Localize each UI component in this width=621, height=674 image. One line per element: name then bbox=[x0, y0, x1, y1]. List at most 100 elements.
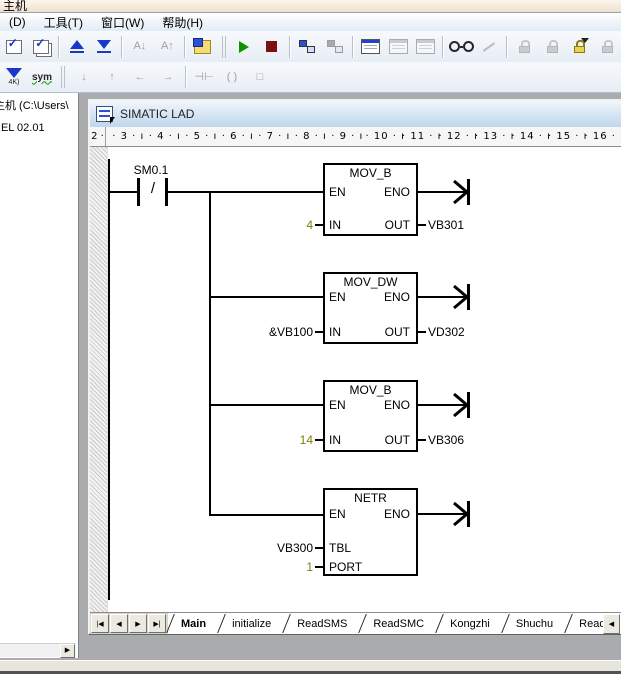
network-read-icon[interactable] bbox=[295, 34, 321, 60]
pin-stub bbox=[315, 547, 323, 549]
operand-value[interactable]: VB306 bbox=[428, 433, 464, 447]
tab-main[interactable]: Main bbox=[168, 613, 219, 634]
tab-nav-next-button[interactable]: ▶ bbox=[129, 614, 147, 633]
ruler-mark-7: · 7 · ı bbox=[256, 131, 293, 142]
operand-value[interactable]: 4 bbox=[238, 218, 313, 232]
insert-line-down-icon: ↓ bbox=[71, 64, 97, 90]
lad-window-icon bbox=[96, 106, 113, 122]
stop-icon[interactable] bbox=[259, 34, 285, 60]
compile-all-icon[interactable]: ✓ bbox=[29, 34, 55, 60]
operand-value[interactable]: VB301 bbox=[428, 218, 464, 232]
pin-stub bbox=[315, 224, 323, 226]
pin-ENO: ENO bbox=[325, 398, 410, 412]
program-status-glasses-icon[interactable] bbox=[448, 34, 474, 60]
wire-1 bbox=[110, 191, 137, 193]
password-lock-icon[interactable] bbox=[567, 34, 593, 60]
sort-ascending-icon: A↓ bbox=[127, 34, 153, 60]
pin-stub bbox=[418, 439, 426, 441]
ruler-mark-8: · 8 · ı bbox=[293, 131, 330, 142]
contact-not-symbol: / bbox=[141, 180, 165, 197]
toolbar-grip bbox=[61, 66, 65, 88]
toolbar-separator bbox=[185, 66, 187, 88]
block-title: NETR bbox=[323, 491, 418, 505]
pin-TBL: TBL bbox=[329, 541, 351, 555]
pin-stub bbox=[418, 224, 426, 226]
pou-tabbar: |◀◀▶▶| MaininitializeReadSMSReadSMCKongz… bbox=[90, 612, 621, 634]
tab-kongzhi[interactable]: Kongzhi bbox=[437, 613, 503, 634]
open-line-arrow-icon bbox=[452, 282, 472, 312]
menu-item-3[interactable]: 帮助(H) bbox=[153, 13, 212, 31]
sort-descending-icon: A↑ bbox=[155, 34, 181, 60]
menu-item-0[interactable]: (D) bbox=[0, 13, 35, 31]
menu-item-2[interactable]: 窗口(W) bbox=[92, 13, 153, 31]
tab-readsms[interactable]: ReadSMS bbox=[284, 613, 360, 634]
tab-readsmc[interactable]: ReadSMC bbox=[360, 613, 437, 634]
tab-nav-first-button[interactable]: |◀ bbox=[91, 614, 109, 633]
project-tree-panel: 主机 (C:\Users\ REL 02.01 ▶ bbox=[0, 93, 79, 658]
pin-stub bbox=[315, 566, 323, 568]
wire-3 bbox=[209, 191, 211, 516]
trend-chart-pause-icon bbox=[413, 34, 439, 60]
unlock-icon bbox=[539, 34, 565, 60]
symbol-filter-icon[interactable]: 4K) bbox=[1, 64, 27, 90]
run-icon[interactable] bbox=[232, 34, 258, 60]
toolbar-separator bbox=[442, 36, 444, 58]
network-write-icon bbox=[322, 34, 348, 60]
tab-initialize[interactable]: initialize bbox=[219, 613, 284, 634]
options-icon[interactable] bbox=[190, 34, 216, 60]
contact-right-bar[interactable] bbox=[165, 178, 168, 206]
pin-OUT: OUT bbox=[325, 325, 410, 339]
block-title: MOV_DW bbox=[323, 275, 418, 289]
lad-window-title: SIMATIC LAD bbox=[120, 107, 194, 121]
ruler-mark-16: · 16 · ı bbox=[585, 131, 621, 142]
ruler-mark-14: · 14 · ı bbox=[512, 131, 549, 142]
open-line-arrow-icon bbox=[452, 177, 472, 207]
download-icon[interactable] bbox=[92, 34, 118, 60]
ruler-mark-10: · 10 · ı bbox=[366, 131, 403, 142]
status-strip bbox=[0, 661, 621, 671]
toolbar-separator bbox=[352, 36, 354, 58]
operand-value[interactable]: VD302 bbox=[428, 325, 465, 339]
pause-status-pen-icon bbox=[476, 34, 502, 60]
compile-icon[interactable]: ✓ bbox=[1, 34, 27, 60]
insert-line-left-icon: ← bbox=[127, 64, 153, 90]
lad-toolbar: 4K)sym↓↑←→⊣⊢( )□ bbox=[0, 62, 621, 93]
operand-value[interactable]: VB300 bbox=[238, 541, 313, 555]
insert-coil-icon: ( ) bbox=[219, 64, 245, 90]
chart-status-icon[interactable] bbox=[358, 34, 384, 60]
ruler-mark-11: · 11 · ı bbox=[402, 131, 439, 142]
tree-item-1[interactable]: REL 02.01 bbox=[0, 122, 78, 134]
scroll-right-icon[interactable]: ▶ bbox=[60, 644, 75, 658]
menu-item-1[interactable]: 工具(T) bbox=[35, 13, 92, 31]
tab-nav-last-button[interactable]: ▶| bbox=[148, 614, 166, 633]
toolbar-separator bbox=[506, 36, 508, 58]
trend-chart-icon bbox=[385, 34, 411, 60]
window-title: 主机 bbox=[3, 0, 27, 12]
menubar: (D)工具(T)窗口(W)帮助(H) bbox=[0, 12, 621, 31]
sidebar-hscrollbar[interactable]: ▶ bbox=[0, 643, 76, 657]
lad-window-titlebar[interactable]: SIMATIC LAD bbox=[90, 101, 621, 128]
upload-icon[interactable] bbox=[64, 34, 90, 60]
operand-value[interactable]: 1 bbox=[238, 560, 313, 574]
contact-left-bar[interactable] bbox=[137, 178, 140, 206]
ruler: 2 · · 3 · ı· 4 · ı· 5 · ı· 6 · ı· 7 · ı·… bbox=[90, 127, 621, 147]
operand-value[interactable]: &VB100 bbox=[238, 325, 313, 339]
contact-operand[interactable]: SM0.1 bbox=[121, 163, 181, 177]
lock-upload-icon bbox=[594, 34, 620, 60]
ruler-divider bbox=[105, 127, 106, 146]
ruler-mark-3: · 3 · ı bbox=[110, 131, 147, 142]
pin-PORT: PORT bbox=[329, 560, 362, 574]
tree-item-0[interactable]: 主机 (C:\Users\ bbox=[0, 97, 78, 113]
tab-shuchu[interactable]: Shuchu bbox=[503, 613, 566, 634]
toolbar-grip bbox=[222, 36, 226, 58]
toolbar-separator bbox=[184, 36, 186, 58]
wire-5 bbox=[211, 404, 323, 406]
ruler-mark-15: · 15 · ı bbox=[548, 131, 585, 142]
pin-ENO: ENO bbox=[325, 507, 410, 521]
tab-scroll-left-button[interactable]: ◀ bbox=[603, 614, 620, 634]
symbolic-addressing-icon[interactable]: sym bbox=[29, 64, 55, 90]
tab-nav-prev-button[interactable]: ◀ bbox=[110, 614, 128, 633]
block-title: MOV_B bbox=[323, 166, 418, 180]
main-toolbar: ✓✓ A↓A↑ bbox=[0, 31, 621, 62]
operand-value[interactable]: 14 bbox=[238, 433, 313, 447]
